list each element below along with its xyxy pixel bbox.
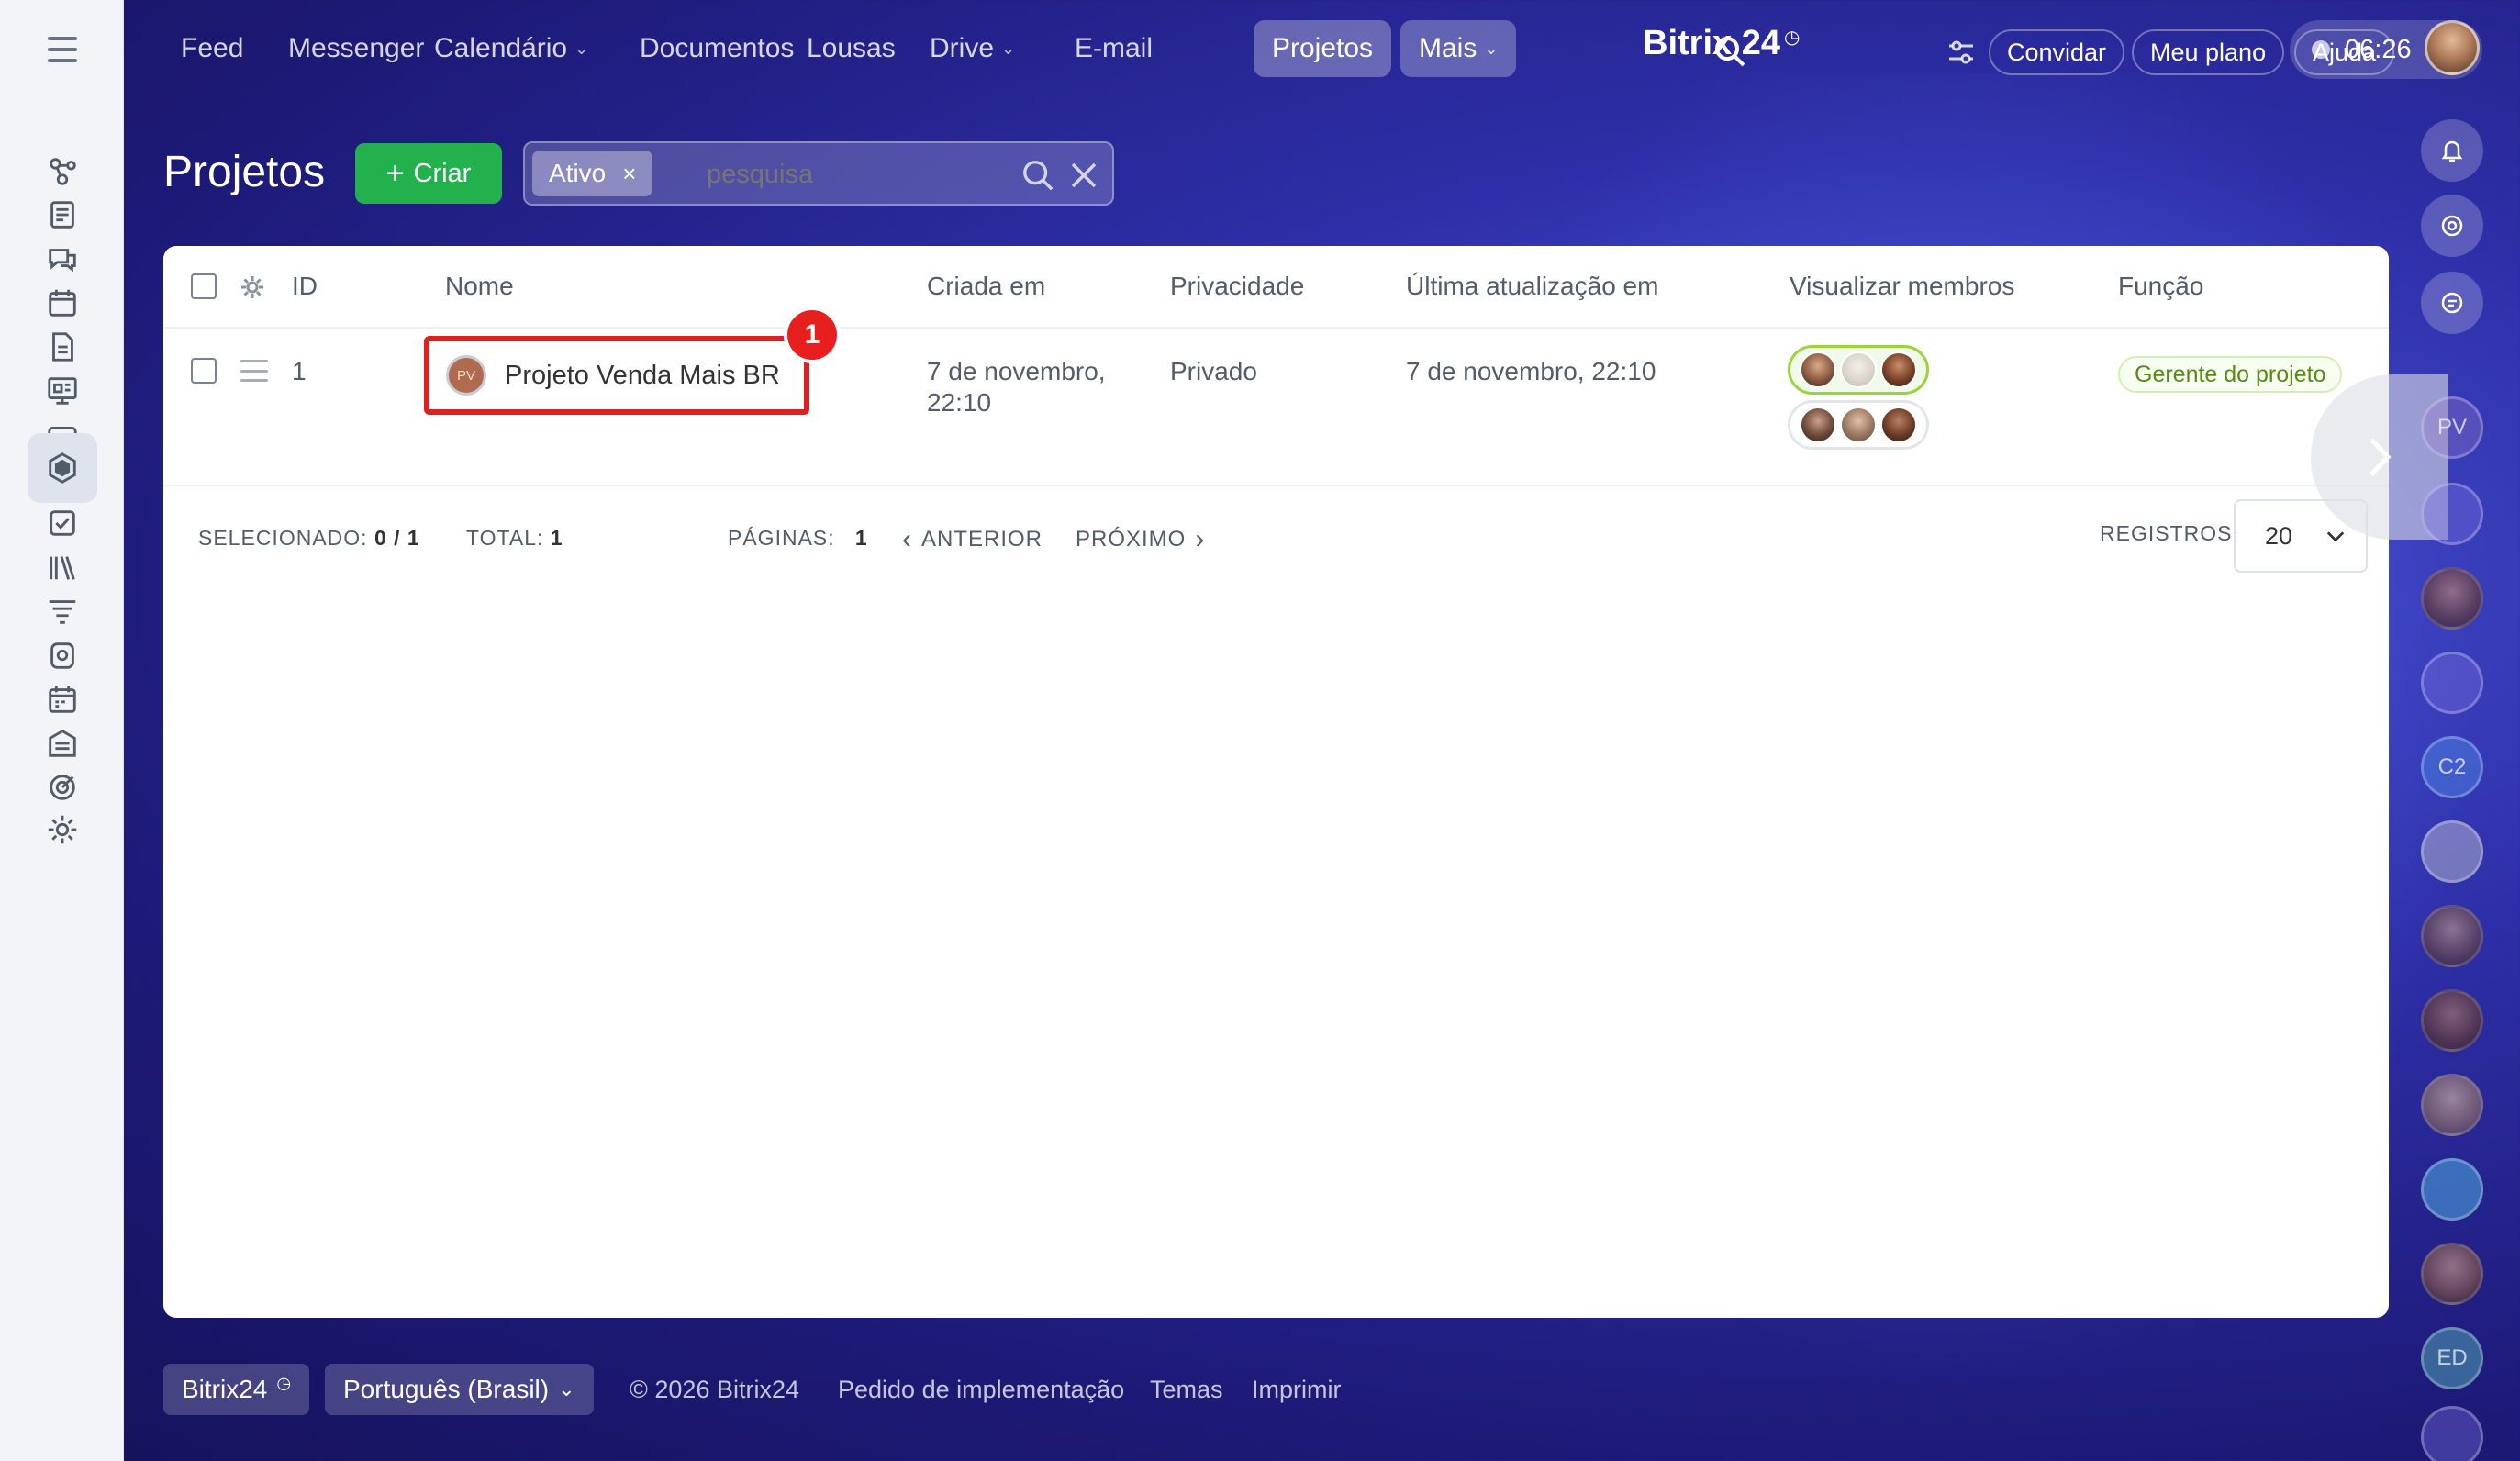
filter-chip-active[interactable]: Ativo × [532,151,653,196]
chevron-down-icon: ⌄ [1001,39,1016,58]
copyright-text: © 2026 Bitrix24 [630,1376,799,1403]
bitrix24-logo[interactable]: Bitrix 24 ◷ [1643,24,1800,63]
records-label: REGISTROS: [2100,521,2239,545]
chevron-down-icon [2326,531,2345,542]
left-sidebar [0,0,124,1461]
right-rail: PV C2 ED [2393,103,2520,1461]
chevron-right-icon [2369,438,2392,476]
column-header-updated[interactable]: Última atualização em [1406,272,1658,301]
plus-icon: + [385,155,405,191]
select-all-checkbox[interactable] [191,273,217,299]
avatar[interactable] [1880,351,1917,388]
clock-icon: ◷ [276,1373,292,1392]
total-count: TOTAL: 1 [466,526,563,550]
avatar[interactable] [1800,407,1836,443]
bot-avatar[interactable] [2421,1406,2483,1461]
avatar[interactable] [2421,905,2483,967]
avatar[interactable] [1840,407,1877,443]
top-navigation: Feed Messenger Calendário ⌄ Documentos Lo… [124,0,2520,103]
nav-calendar[interactable]: Calendário ⌄ [416,20,607,77]
nav-boards[interactable]: Lousas [788,20,914,77]
chat-avatar[interactable]: ED [2421,1327,2483,1389]
row-divider [163,485,2389,486]
create-project-button[interactable]: + Criar [355,143,502,204]
chevron-right-icon: › [1195,524,1206,554]
column-header-id[interactable]: ID [292,272,318,301]
hamburger-menu-icon[interactable] [37,31,88,68]
pages-count: PÁGINAS: 1 [728,526,868,550]
my-plan-button[interactable]: Meu plano [2132,29,2285,75]
column-header-members[interactable]: Visualizar membros [1790,272,2014,301]
role-badge: Gerente do projeto [2118,356,2343,393]
search-input[interactable] [707,160,982,190]
projects-table: ID Nome Criada em Privacidade Última atu… [163,246,2448,1318]
avatar[interactable] [2421,1074,2483,1136]
customize-icon[interactable] [1946,37,1977,68]
avatar[interactable] [1880,407,1917,443]
invite-button[interactable]: Convidar [1989,29,2125,75]
page-title: Projetos [163,148,326,196]
project-owners-avatars[interactable] [1788,345,1929,395]
chevron-down-icon: ⌄ [558,1377,575,1400]
nav-feed[interactable]: Feed [162,20,262,77]
avatar[interactable] [2421,820,2483,883]
print-link[interactable]: Imprimir [1252,1376,1341,1404]
column-header-name[interactable]: Nome [445,272,514,301]
next-page-button[interactable]: PRÓXIMO › [1076,524,1205,555]
project-members-avatars[interactable] [1788,400,1929,450]
clock-icon: ◷ [1783,28,1801,48]
project-name-link[interactable]: PV Projeto Venda Mais BR [424,336,809,415]
open-channels-icon[interactable] [2421,272,2483,334]
clock-icon [2312,40,2330,59]
avatar[interactable] [2421,989,2483,1052]
notifications-bell-icon[interactable] [2421,119,2483,182]
selected-count: SELECIONADO: 0 / 1 [198,526,420,550]
column-header-privacy[interactable]: Privacidade [1170,272,1304,301]
header-divider [163,327,2389,329]
nav-more[interactable]: Mais ⌄ [1400,20,1517,77]
nav-projects[interactable]: Projetos [1254,20,1392,77]
nav-documents[interactable]: Documentos [621,20,812,77]
step-number-badge: 1 [784,307,841,363]
gear-icon[interactable] [239,273,266,301]
search-icon[interactable] [1020,158,1055,193]
chip-close-icon[interactable]: × [622,160,636,188]
themes-link[interactable]: Temas [1150,1376,1223,1404]
project-name[interactable]: Projeto Venda Mais BR [505,361,780,391]
chevron-down-icon: ⌄ [574,39,589,58]
filter-search-box[interactable]: Ativo × [523,141,1114,206]
copilot-icon[interactable] [2421,195,2483,257]
language-select[interactable]: Português (Brasil) ⌄ [325,1364,594,1415]
chat-avatar[interactable]: C2 [2421,736,2483,798]
avatar[interactable] [1840,351,1877,388]
nav-drive[interactable]: Drive ⌄ [911,20,1033,77]
chat-avatar[interactable] [2421,483,2483,545]
chevron-down-icon: ⌄ [1484,39,1499,58]
chat-avatar[interactable] [2421,652,2483,714]
project-avatar: PV [446,355,486,396]
avatar[interactable] [2421,567,2483,630]
avatar[interactable] [1800,351,1836,388]
row-created-date: 7 de novembro, 22:10 [927,357,1106,417]
row-privacy: Privado [1170,357,1257,385]
chat-bubble-icon[interactable] [2421,1158,2483,1221]
previous-page-button[interactable]: ‹ ANTERIOR [902,524,1043,555]
chevron-left-icon: ‹ [902,524,912,554]
records-per-page-select[interactable]: 20 [2234,499,2368,573]
implementation-request-link[interactable]: Pedido de implementação [838,1376,1124,1404]
bitrix24-footer-button[interactable]: Bitrix24 ◷ [163,1364,310,1415]
row-menu-icon[interactable] [240,360,268,382]
column-header-role[interactable]: Função [2118,272,2203,301]
settings-gear-icon[interactable] [28,795,97,864]
avatar[interactable] [2421,1243,2483,1305]
row-updated-date: 7 de novembro, 22:10 [1406,357,1656,385]
project-chat-avatar[interactable]: PV [2421,396,2483,459]
clear-filter-icon[interactable] [1068,160,1099,191]
row-checkbox[interactable] [191,358,217,384]
column-header-created[interactable]: Criada em [927,272,1045,301]
user-avatar[interactable] [2425,20,2480,75]
nav-email[interactable]: E-mail [1056,20,1171,77]
row-id: 1 [292,357,307,385]
